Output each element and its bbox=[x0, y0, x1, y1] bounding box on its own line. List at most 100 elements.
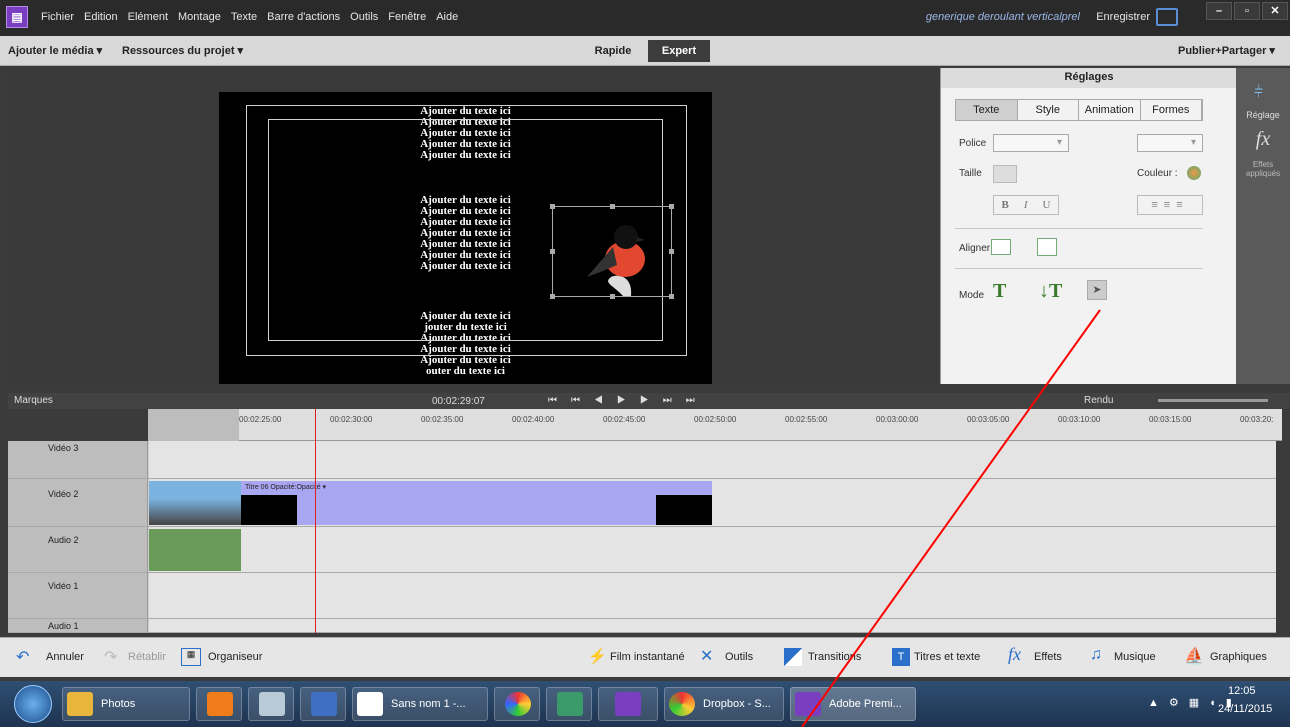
ruler-tick: 00:03:10:00 bbox=[1058, 415, 1101, 424]
align-horizontal-icon[interactable] bbox=[991, 239, 1011, 255]
transitions-icon[interactable] bbox=[784, 648, 802, 666]
color-picker-icon[interactable] bbox=[1187, 166, 1201, 180]
taskbar-calculator-icon[interactable] bbox=[248, 687, 294, 721]
title-clip[interactable]: Titre 06 Opacité:Opacité ▾ bbox=[241, 481, 712, 525]
app-icon[interactable]: ▤ bbox=[6, 6, 28, 28]
font-style-dropdown[interactable] bbox=[1137, 134, 1203, 152]
minimize-button[interactable]: – bbox=[1206, 2, 1232, 20]
monitor-view-icon[interactable] bbox=[1156, 8, 1178, 26]
add-media-menu[interactable]: Ajouter le média ▾ bbox=[8, 44, 102, 57]
align-label: Aligner bbox=[959, 243, 991, 254]
markers-menu[interactable]: Marques bbox=[14, 395, 53, 406]
track-header: Vidéo 3 bbox=[8, 441, 148, 478]
vertical-text-icon[interactable]: ↓T bbox=[1039, 280, 1062, 303]
time-ruler[interactable]: 00:02:20:0000:02:25:0000:02:30:0000:02:3… bbox=[148, 409, 1282, 441]
fx-icon[interactable]: fx bbox=[1236, 128, 1290, 151]
tools-icon[interactable]: ✕ bbox=[700, 646, 713, 666]
effects-icon[interactable]: fx bbox=[1008, 644, 1021, 665]
publish-share-menu[interactable]: Publier+Partager ▾ bbox=[1178, 44, 1275, 57]
render-button[interactable]: Rendu bbox=[1084, 395, 1113, 406]
organizer-button[interactable]: Organiseur bbox=[208, 651, 262, 663]
quick-mode-button[interactable]: Rapide bbox=[582, 40, 644, 62]
taskbar-dropbox[interactable]: Dropbox - S... bbox=[664, 687, 784, 721]
track-lane[interactable]: Titre 06 Opacité:Opacité ▾ bbox=[149, 479, 1276, 526]
bird-image[interactable] bbox=[550, 204, 674, 299]
transport-controls[interactable]: ⏮⏮◀▶▶⏭⏭ bbox=[548, 395, 709, 406]
applied-effects-label[interactable]: Effets appliqués bbox=[1236, 160, 1290, 178]
track-lane[interactable] bbox=[149, 619, 1276, 632]
instant-movie-button[interactable]: Film instantané bbox=[610, 651, 685, 663]
select-cursor-icon[interactable]: ➤ bbox=[1087, 280, 1107, 300]
music-button[interactable]: Musique bbox=[1114, 651, 1156, 663]
underline-button[interactable]: U bbox=[1043, 199, 1051, 211]
menu-montage[interactable]: Montage bbox=[173, 11, 226, 23]
menu-texte[interactable]: Texte bbox=[226, 11, 262, 23]
track-header: Vidéo 2 bbox=[8, 479, 148, 526]
size-field[interactable] bbox=[993, 165, 1017, 183]
organizer-icon[interactable]: ▦ bbox=[181, 648, 201, 666]
tab-animation[interactable]: Animation bbox=[1079, 100, 1141, 120]
align-vertical-icon[interactable] bbox=[1037, 238, 1057, 256]
music-icon[interactable]: ♫ bbox=[1090, 646, 1102, 664]
redo-icon[interactable]: ↷ bbox=[104, 647, 117, 667]
taskbar-picasa-icon[interactable] bbox=[494, 687, 540, 721]
paragraph-align-buttons[interactable]: ≡≡≡ bbox=[1137, 195, 1203, 215]
titles-text-button[interactable]: Titres et texte bbox=[914, 651, 980, 663]
size-label: Taille bbox=[959, 168, 982, 179]
clock-date[interactable]: 24/11/2015 bbox=[1218, 703, 1272, 715]
horizontal-text-icon[interactable]: T bbox=[993, 280, 1006, 303]
menu-element[interactable]: Elément bbox=[123, 11, 173, 23]
start-button[interactable] bbox=[14, 685, 52, 723]
mode-label: Mode bbox=[959, 290, 985, 301]
track-lane[interactable] bbox=[149, 441, 1276, 478]
taskbar-book-icon[interactable] bbox=[300, 687, 346, 721]
menu-bar: Fichier Edition Elément Montage Texte Ba… bbox=[36, 11, 463, 23]
bold-button[interactable]: B bbox=[1002, 199, 1009, 211]
graphics-icon[interactable]: ⛵ bbox=[1184, 646, 1204, 666]
save-button[interactable]: Enregistrer bbox=[1096, 11, 1150, 23]
tab-texte[interactable]: Texte bbox=[956, 100, 1018, 120]
track-name: Vidéo 1 bbox=[48, 581, 79, 591]
video-clip-thumbnail[interactable] bbox=[149, 481, 241, 525]
graphics-button[interactable]: Graphiques bbox=[1210, 651, 1267, 663]
undo-button[interactable]: Annuler bbox=[46, 651, 84, 663]
redo-button[interactable]: Rétablir bbox=[128, 651, 166, 663]
track-lane[interactable] bbox=[149, 527, 1276, 572]
lightning-icon[interactable]: ⚡ bbox=[588, 647, 607, 665]
undo-icon[interactable]: ↶ bbox=[16, 647, 29, 667]
adjust-icon[interactable]: ⫩ bbox=[1254, 84, 1263, 102]
tools-button[interactable]: Outils bbox=[725, 651, 753, 663]
taskbar-adobe-premiere[interactable]: Adobe Premi... bbox=[790, 687, 916, 721]
project-resources-menu[interactable]: Ressources du projet ▾ bbox=[122, 44, 243, 57]
tab-formes[interactable]: Formes bbox=[1141, 100, 1202, 120]
tab-style[interactable]: Style bbox=[1018, 100, 1079, 120]
zoom-slider[interactable] bbox=[1158, 399, 1268, 402]
menu-fenetre[interactable]: Fenêtre bbox=[383, 11, 431, 23]
clock-time[interactable]: 12:05 bbox=[1228, 685, 1256, 697]
audio-clip[interactable] bbox=[149, 529, 241, 571]
effects-button[interactable]: Effets bbox=[1034, 651, 1062, 663]
color-label: Couleur : bbox=[1137, 168, 1178, 179]
project-name: generique deroulant verticalprel bbox=[925, 11, 1080, 23]
playhead[interactable] bbox=[315, 409, 316, 633]
taskbar-premiere-icon[interactable] bbox=[598, 687, 658, 721]
menu-edition[interactable]: Edition bbox=[79, 11, 123, 23]
adjust-label[interactable]: Réglage bbox=[1236, 110, 1290, 120]
close-button[interactable]: ✕ bbox=[1262, 2, 1288, 20]
menu-fichier[interactable]: Fichier bbox=[36, 11, 79, 23]
font-dropdown[interactable] bbox=[993, 134, 1069, 152]
maximize-button[interactable]: ▫ bbox=[1234, 2, 1260, 20]
track-lane[interactable] bbox=[149, 573, 1276, 618]
taskbar-media-icon[interactable] bbox=[196, 687, 242, 721]
menu-barre-actions[interactable]: Barre d'actions bbox=[262, 11, 345, 23]
expert-mode-button[interactable]: Expert bbox=[648, 40, 710, 62]
transitions-button[interactable]: Transitions bbox=[808, 651, 861, 663]
taskbar-photos[interactable]: Photos bbox=[62, 687, 190, 721]
taskbar-untitled[interactable]: Sans nom 1 -... bbox=[352, 687, 488, 721]
text-style-buttons: B I U bbox=[993, 195, 1059, 215]
menu-aide[interactable]: Aide bbox=[431, 11, 463, 23]
taskbar-app-icon[interactable] bbox=[546, 687, 592, 721]
titles-icon[interactable]: T bbox=[892, 648, 910, 666]
menu-outils[interactable]: Outils bbox=[345, 11, 383, 23]
italic-button[interactable]: I bbox=[1024, 199, 1028, 211]
